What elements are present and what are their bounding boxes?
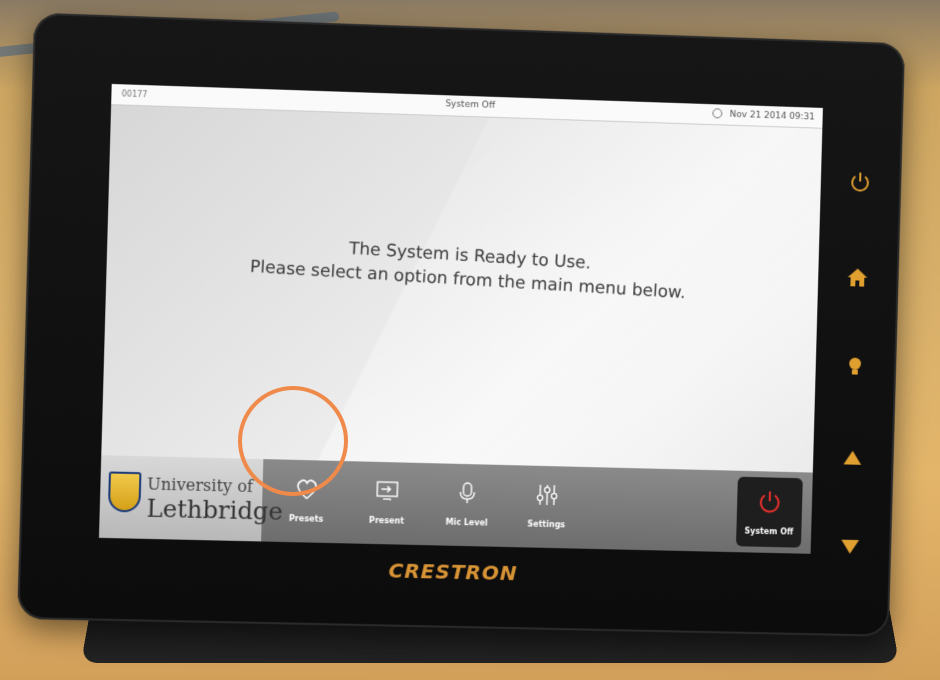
sliders-icon bbox=[535, 484, 559, 507]
logo-line-1: University of bbox=[146, 474, 254, 497]
microphone-icon bbox=[459, 482, 476, 504]
present-button[interactable]: Present bbox=[350, 461, 425, 545]
system-off-button[interactable]: System Off bbox=[735, 476, 803, 548]
clock-icon bbox=[711, 108, 723, 119]
main-menu-bar: University of Lethbridge Presets Present bbox=[98, 455, 813, 554]
arrow-down-icon[interactable] bbox=[838, 535, 862, 559]
power-icon[interactable] bbox=[848, 170, 872, 195]
presets-label: Presets bbox=[288, 513, 324, 524]
mic-level-button[interactable]: Mic Level bbox=[430, 463, 504, 547]
settings-button[interactable]: Settings bbox=[510, 465, 584, 548]
status-datetime: Nov 21 2014 09:31 bbox=[729, 109, 815, 123]
highlight-circle-annotation bbox=[238, 386, 348, 496]
touch-screen: 00177 System Off Nov 21 2014 09:31 The S… bbox=[98, 83, 823, 554]
present-label: Present bbox=[368, 515, 405, 526]
university-logo: University of Lethbridge bbox=[98, 455, 283, 542]
power-icon bbox=[757, 489, 783, 515]
arrow-up-icon[interactable] bbox=[840, 446, 864, 470]
crest-icon bbox=[107, 471, 142, 513]
logo-line-2: Lethbridge bbox=[146, 494, 284, 526]
system-off-label: System Off bbox=[744, 526, 794, 537]
home-icon[interactable] bbox=[845, 265, 869, 289]
status-bar: 00177 System Off Nov 21 2014 09:31 bbox=[111, 83, 823, 129]
status-datetime-group: Nov 21 2014 09:31 bbox=[711, 108, 815, 123]
settings-label: Settings bbox=[527, 519, 566, 530]
touch-panel-device: 00177 System Off Nov 21 2014 09:31 The S… bbox=[17, 12, 906, 637]
brand-logo: CRESTRON bbox=[388, 558, 518, 586]
lightbulb-icon[interactable] bbox=[843, 354, 867, 378]
display-input-icon bbox=[375, 480, 400, 503]
mic-level-label: Mic Level bbox=[445, 517, 488, 528]
welcome-message: The System is Ready to Use. Please selec… bbox=[187, 229, 748, 307]
